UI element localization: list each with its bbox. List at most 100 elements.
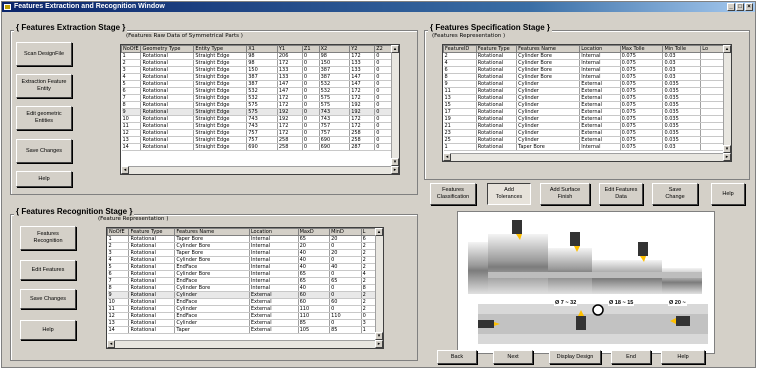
table-cell[interactable]: 0	[302, 87, 320, 95]
table-cell[interactable]: 0.075	[620, 108, 664, 116]
recognition-table[interactable]: NoOfE Feature Type Features Name Location Ma…	[106, 227, 384, 349]
table-cell[interactable]: 172	[349, 52, 376, 60]
table-row[interactable]: 10 Rotational EndFace External 60 60 2	[107, 298, 377, 306]
column-header[interactable]: MinD	[329, 228, 362, 236]
table-cell[interactable]: External	[579, 87, 621, 95]
table-cell[interactable]: Rotational	[476, 52, 518, 60]
table-cell[interactable]: Rotational	[140, 143, 195, 151]
table-cell[interactable]: 0.035	[662, 129, 702, 137]
scroll-down-icon[interactable]: ▾	[391, 158, 399, 166]
table-cell[interactable]: Internal	[249, 242, 299, 250]
table-cell[interactable]: 6	[121, 87, 142, 95]
column-header[interactable]: X1	[246, 45, 278, 53]
table-cell[interactable]: 0	[374, 101, 392, 109]
table-cell[interactable]: Straight Edge	[193, 108, 248, 116]
table-cell[interactable]: 0	[302, 143, 320, 151]
table-cell[interactable]: 4	[107, 256, 130, 264]
table-cell[interactable]: Rotational	[128, 277, 176, 285]
table-row[interactable]: 4 Rotational Cylinder Bore Internal 0.075 0.0…	[443, 59, 724, 67]
table-cell[interactable]	[700, 143, 724, 151]
table-cell[interactable]: 575	[319, 101, 351, 109]
table-cell[interactable]: 0	[374, 73, 392, 81]
table-row[interactable]: 15 Rotational Cylinder External 0.075 0.035	[443, 101, 724, 109]
extraction-hscroll[interactable]: ◂ ▸	[121, 166, 399, 174]
table-cell[interactable]: Rotational	[476, 108, 518, 116]
table-row[interactable]: 11 Rotational Cylinder External 110 0 2	[107, 305, 377, 313]
table-cell[interactable]: 0	[329, 291, 362, 299]
table-cell[interactable]: 133	[277, 73, 303, 81]
table-cell[interactable]: 60	[298, 291, 331, 299]
table-cell[interactable]: Straight Edge	[193, 143, 248, 151]
table-cell[interactable]: Internal	[579, 73, 621, 81]
table-cell[interactable]: Rotational	[476, 87, 518, 95]
table-cell[interactable]: 0.075	[620, 122, 664, 130]
table-cell[interactable]: 0	[302, 59, 320, 67]
table-cell[interactable]: Straight Edge	[193, 101, 248, 109]
table-cell[interactable]: 2	[121, 59, 142, 67]
table-cell[interactable]: Rotational	[476, 101, 518, 109]
table-cell[interactable]: 0	[374, 143, 392, 151]
save-changes-button[interactable]: Save Changes	[20, 289, 76, 309]
table-cell[interactable]: Rotational	[140, 87, 195, 95]
table-cell[interactable]: 12	[107, 312, 130, 320]
table-cell[interactable]: 147	[277, 87, 303, 95]
table-cell[interactable]: 110	[298, 312, 331, 320]
table-cell[interactable]: Rotational	[476, 80, 518, 88]
table-row[interactable]: 8 Rotational Cylinder Bore Internal 0.075 0.0…	[443, 73, 724, 81]
table-cell[interactable]: Internal	[249, 256, 299, 264]
table-cell[interactable]: 8	[361, 284, 377, 292]
column-header[interactable]: Max Tolle	[619, 45, 664, 53]
table-cell[interactable]: External	[249, 305, 299, 313]
table-cell[interactable]: 0.03	[662, 73, 702, 81]
table-cell[interactable]: External	[579, 136, 621, 144]
table-row[interactable]: 13 Rotational Cylinder External 85 0 3	[107, 319, 377, 327]
table-cell[interactable]: Taper Bore	[174, 249, 250, 257]
table-cell[interactable]: 0	[302, 101, 320, 109]
column-header[interactable]: Feature Type	[475, 45, 518, 53]
table-cell[interactable]: Rotational	[128, 284, 176, 292]
table-cell[interactable]: 3	[121, 66, 142, 74]
scroll-up-icon[interactable]: ▴	[723, 45, 731, 53]
table-cell[interactable]: 98	[246, 59, 278, 67]
table-cell[interactable]: 5	[121, 80, 142, 88]
table-cell[interactable]: Taper Bore	[174, 235, 250, 243]
table-cell[interactable]: Internal	[579, 52, 621, 60]
table-cell[interactable]: Internal	[579, 59, 621, 67]
column-header[interactable]: Features Name	[174, 228, 250, 236]
table-cell[interactable]: Straight Edge	[193, 87, 248, 95]
table-cell[interactable]: 0	[302, 129, 320, 137]
table-row[interactable]: 6 Rotational Straight Edge 532 147 0 532 172 0	[121, 87, 392, 95]
table-cell[interactable]: 192	[277, 108, 303, 116]
table-cell[interactable]: 65	[298, 277, 331, 285]
table-cell[interactable]	[700, 73, 724, 81]
table-cell[interactable]: Internal	[579, 66, 621, 74]
table-cell[interactable]: 2	[361, 263, 377, 271]
table-cell[interactable]: Cylinder Bore	[516, 52, 581, 60]
table-cell[interactable]: Cylinder	[516, 87, 581, 95]
column-header[interactable]: Features Name	[516, 45, 581, 53]
table-cell[interactable]: Internal	[249, 277, 299, 285]
column-header[interactable]: Entity Type	[193, 45, 248, 53]
table-cell[interactable]: 19	[443, 115, 477, 123]
table-row[interactable]: 17 Rotational Cylinder External 0.075 0.035	[443, 108, 724, 116]
table-cell[interactable]: Rotational	[476, 136, 518, 144]
table-cell[interactable]: 10	[107, 298, 130, 306]
save-change-button[interactable]: Save Change	[652, 183, 698, 205]
table-row[interactable]: 2 Rotational Cylinder Bore Internal 20 0 2	[107, 242, 377, 250]
table-cell[interactable]: 1	[361, 326, 377, 334]
table-cell[interactable]: 387	[246, 73, 278, 81]
table-row[interactable]: 13 Rotational Straight Edge 757 258 0 690 258 0	[121, 136, 392, 144]
table-cell[interactable]: 0.075	[620, 143, 664, 151]
table-cell[interactable]: 40	[329, 263, 362, 271]
column-header[interactable]: NoOfE	[107, 228, 130, 236]
table-cell[interactable]: Rotational	[128, 235, 176, 243]
table-row[interactable]: 12 Rotational Straight Edge 757 172 0 757 258 0	[121, 129, 392, 137]
table-cell[interactable]: 0.035	[662, 122, 702, 130]
table-cell[interactable]: 0	[302, 122, 320, 130]
table-cell[interactable]: Cylinder	[516, 136, 581, 144]
scroll-right-icon[interactable]: ▸	[391, 166, 399, 174]
table-cell[interactable]: EndFace	[174, 312, 250, 320]
table-cell[interactable]: 105	[298, 326, 331, 334]
table-cell[interactable]: 17	[443, 108, 477, 116]
table-row[interactable]: 2 Rotational Straight Edge 98 172 0 150 133 0	[121, 59, 392, 67]
